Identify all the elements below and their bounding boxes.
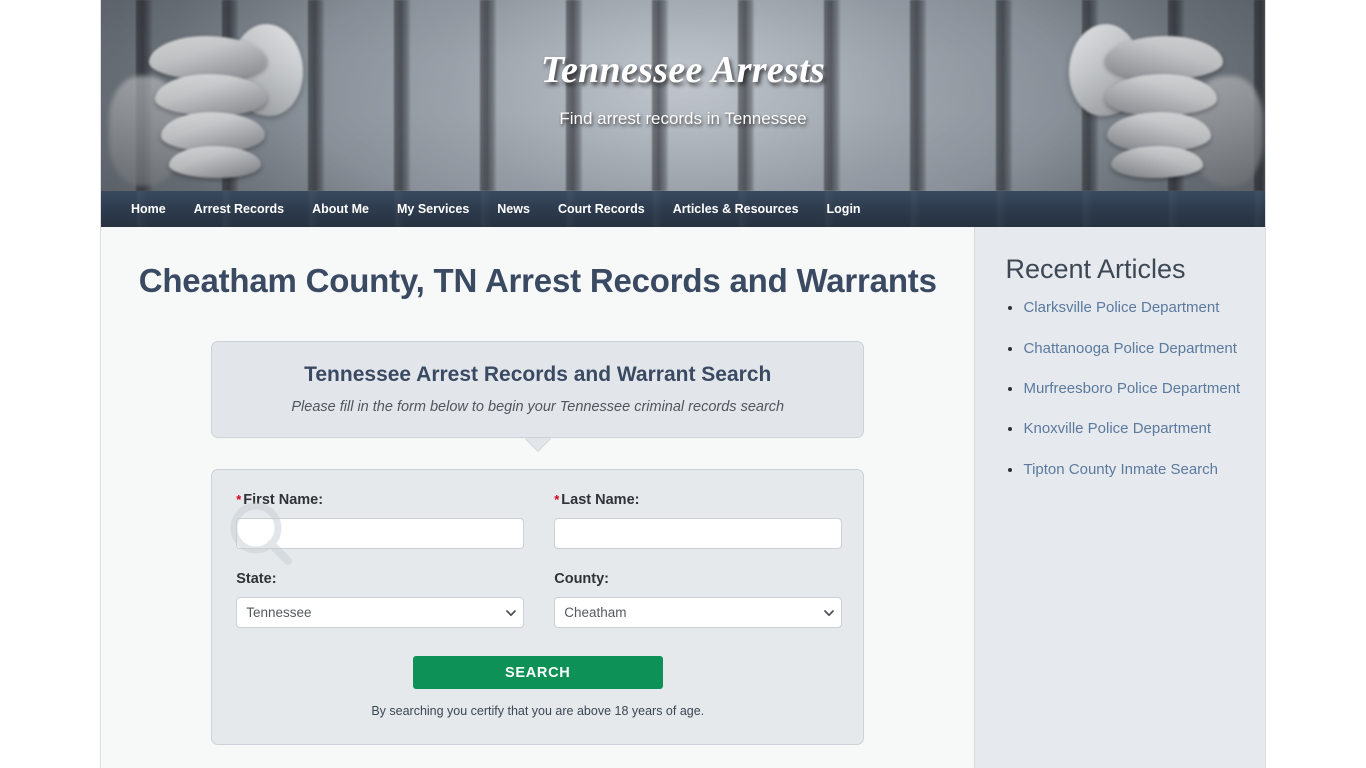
state-label: State:: [236, 570, 277, 587]
nav-item-about-me[interactable]: About Me: [298, 191, 383, 227]
nav-item-home[interactable]: Home: [117, 191, 180, 227]
list-item: Tipton County Inmate Search: [1023, 459, 1243, 480]
first-name-label-text: First Name:: [243, 491, 324, 508]
age-disclaimer: By searching you certify that you are ab…: [371, 703, 705, 718]
list-item: Chattanooga Police Department: [1023, 338, 1243, 359]
location-row: State: Tennessee County: Cheatham: [236, 570, 843, 628]
nav-item-news[interactable]: News: [483, 191, 544, 227]
required-marker: *: [236, 491, 242, 507]
last-name-input[interactable]: [554, 517, 843, 549]
nav-item-login[interactable]: Login: [813, 191, 875, 227]
county-label: County:: [554, 570, 609, 587]
recent-articles-list: Clarksville Police Department Chattanoog…: [997, 297, 1243, 479]
arrest-search-form: * First Name: * Last Name: State: Tennes…: [211, 468, 865, 745]
search-callout: Tennessee Arrest Records and Warrant Sea…: [211, 340, 865, 451]
content-area: Cheatham County, TN Arrest Records and W…: [101, 227, 1265, 768]
list-item: Clarksville Police Department: [1023, 297, 1243, 318]
banner-text-block: Tennessee Arrests Find arrest records in…: [101, 49, 1265, 129]
required-marker: *: [554, 491, 560, 507]
sidebar-title: Recent Articles: [1005, 254, 1186, 284]
callout-title: Tennessee Arrest Records and Warrant Sea…: [304, 362, 772, 386]
first-name-field-group: * First Name:: [236, 492, 525, 549]
sidebar-article-murfreesboro[interactable]: Murfreesboro Police Department: [1023, 380, 1240, 397]
list-item: Knoxville Police Department: [1023, 418, 1243, 439]
site-banner: Tennessee Arrests Find arrest records in…: [101, 0, 1265, 191]
primary-navigation: Home Arrest Records About Me My Services…: [101, 191, 1265, 227]
first-name-input[interactable]: [236, 517, 525, 549]
last-name-field-group: * Last Name:: [554, 492, 843, 549]
search-button[interactable]: SEARCH: [412, 655, 663, 689]
main-column: Cheatham County, TN Arrest Records and W…: [101, 227, 975, 768]
sidebar-article-tipton-county[interactable]: Tipton County Inmate Search: [1023, 461, 1218, 478]
sidebar: Recent Articles Clarksville Police Depar…: [974, 227, 1265, 768]
site-tagline: Find arrest records in Tennessee: [559, 108, 807, 128]
nav-item-arrest-records[interactable]: Arrest Records: [180, 191, 298, 227]
first-name-label: * First Name:: [236, 492, 524, 508]
site-container: Tennessee Arrests Find arrest records in…: [100, 0, 1266, 768]
county-field-group: County: Cheatham: [554, 570, 843, 628]
callout-tail-arrow: [524, 437, 551, 451]
nav-item-my-services[interactable]: My Services: [383, 191, 483, 227]
sidebar-article-knoxville[interactable]: Knoxville Police Department: [1023, 420, 1211, 437]
list-item: Murfreesboro Police Department: [1023, 378, 1243, 399]
county-select[interactable]: Cheatham: [554, 596, 843, 628]
state-field-group: State: Tennessee: [236, 570, 525, 628]
callout-subtitle: Please fill in the form below to begin y…: [291, 398, 785, 415]
last-name-label: * Last Name:: [554, 492, 842, 508]
row-spacer: [236, 549, 839, 571]
nav-item-court-records[interactable]: Court Records: [544, 191, 659, 227]
sidebar-article-chattanooga[interactable]: Chattanooga Police Department: [1023, 340, 1236, 357]
sidebar-article-clarksville[interactable]: Clarksville Police Department: [1023, 299, 1219, 316]
name-row: * First Name: * Last Name:: [236, 492, 843, 549]
nav-item-articles-resources[interactable]: Articles & Resources: [659, 191, 813, 227]
page-root: Tennessee Arrests Find arrest records in…: [0, 0, 1366, 768]
page-title: Cheatham County, TN Arrest Records and W…: [138, 262, 937, 299]
search-button-row: SEARCH: [236, 655, 839, 689]
last-name-label-text: Last Name:: [561, 491, 640, 508]
state-select[interactable]: Tennessee: [236, 596, 525, 628]
site-title: Tennessee Arrests: [540, 49, 826, 91]
